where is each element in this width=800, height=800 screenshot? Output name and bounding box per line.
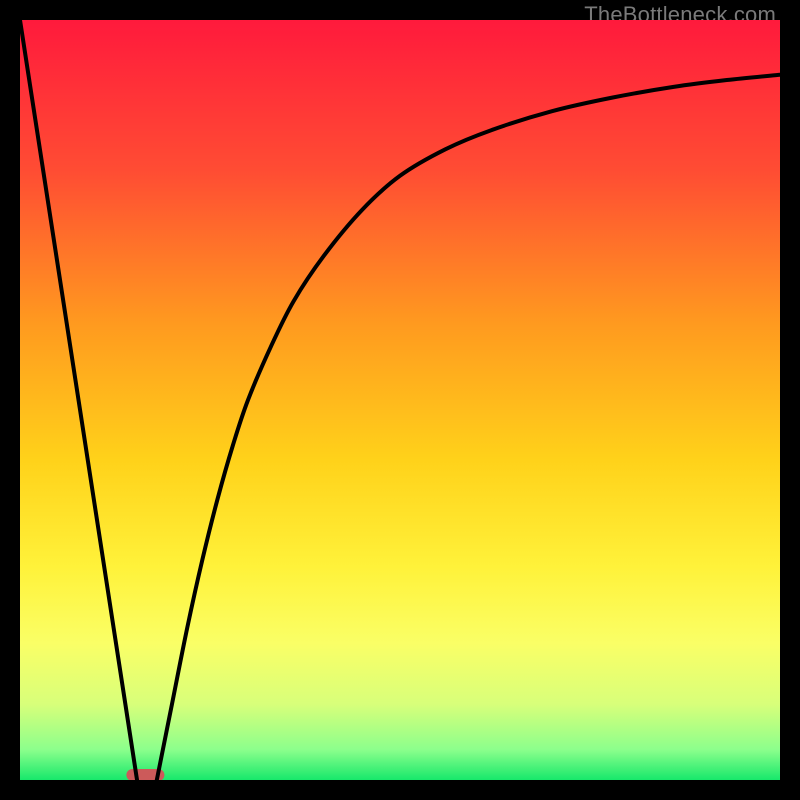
- bottleneck-chart: [20, 20, 780, 780]
- gradient-background: [20, 20, 780, 780]
- chart-frame: [20, 20, 780, 780]
